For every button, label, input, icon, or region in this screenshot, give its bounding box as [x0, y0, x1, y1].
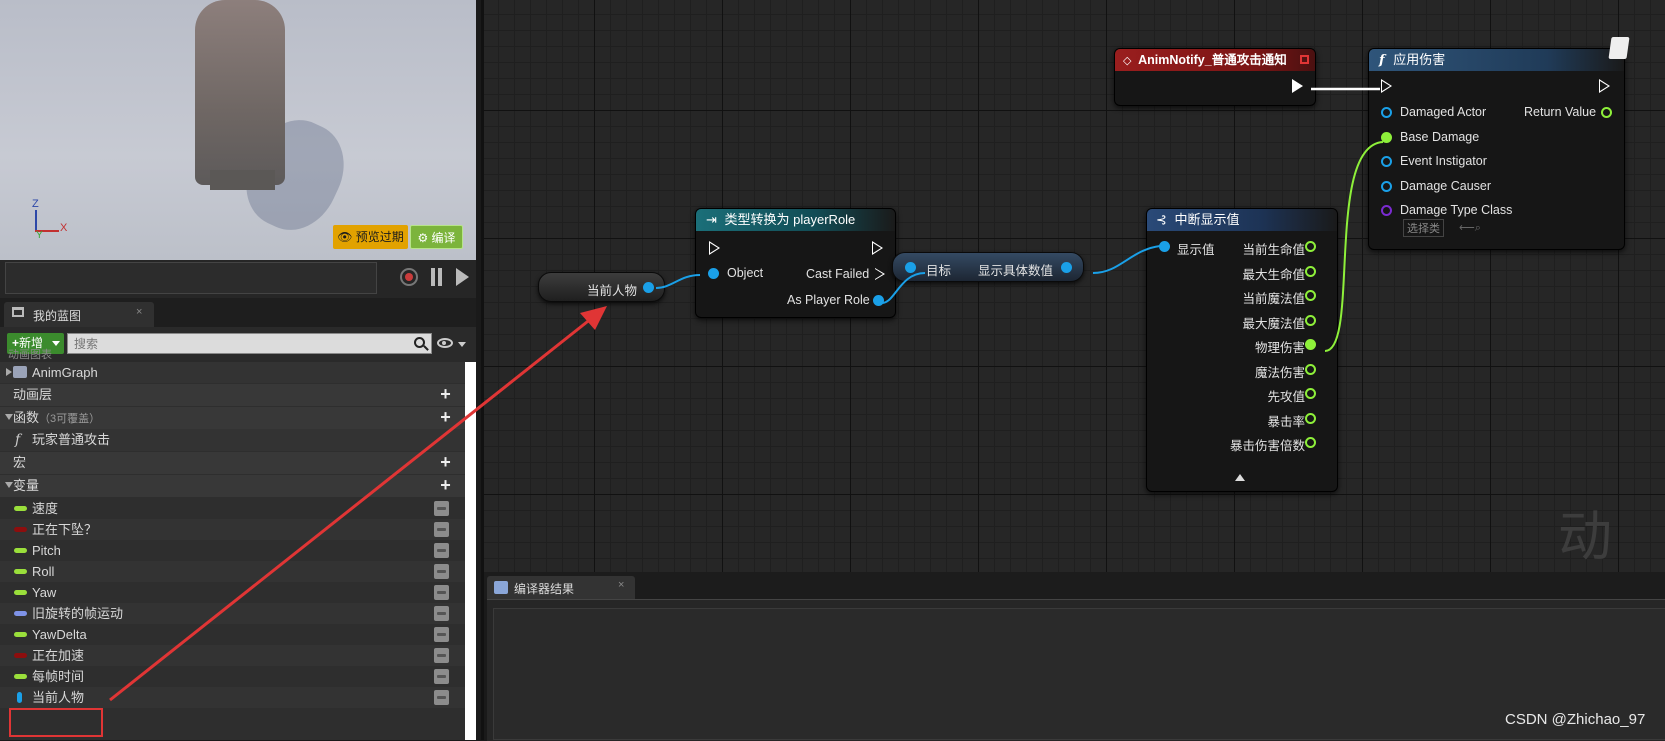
- compiler-results-tabbar: [484, 572, 1665, 599]
- compiler-results-log[interactable]: [493, 608, 1665, 740]
- wire-display-value: [1092, 245, 1161, 274]
- annotation-arrow-head: [580, 306, 607, 330]
- wire-object: [655, 274, 701, 289]
- wire-as-player-role: [881, 272, 926, 304]
- tab-close-icon[interactable]: ×: [618, 579, 624, 591]
- tab-compiler-results-label: 编译器结果: [514, 582, 575, 596]
- compiler-results-icon: [494, 581, 508, 594]
- wire-physical-damage: [1324, 141, 1384, 352]
- credit-watermark: CSDN @Zhichao_97: [1505, 711, 1646, 728]
